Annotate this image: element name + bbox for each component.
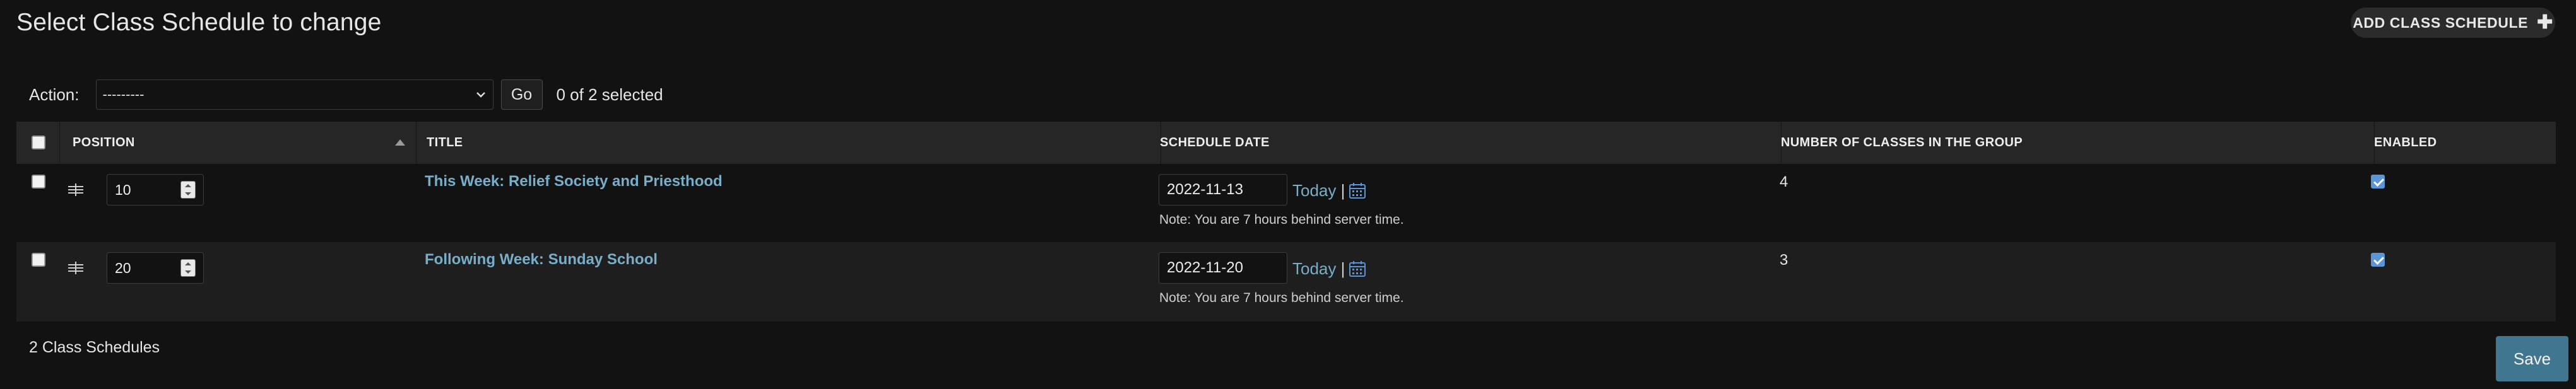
position-input[interactable]: 10 [107,174,204,206]
enabled-checkbox[interactable] [2371,253,2385,267]
add-class-schedule-label: ADD CLASS SCHEDULE [2353,14,2529,31]
page-title: Select Class Schedule to change [16,9,382,36]
schedule-date-input[interactable]: 2022-11-20 [1159,252,1287,284]
schedule-title-link[interactable]: This Week: Relief Society and Priesthood [425,173,723,190]
schedule-date-input[interactable]: 2022-11-13 [1159,174,1287,206]
action-label: Action: [29,84,80,104]
row-select-checkbox[interactable] [32,253,45,267]
column-header-enabled[interactable]: ENABLED [2374,122,2437,164]
separator: | [1340,259,1345,278]
today-link[interactable]: Today | [1292,259,1345,279]
schedule-date-value: 2022-11-20 [1167,259,1243,276]
result-count: 2 Class Schedules [29,339,160,356]
sort-ascending-icon[interactable] [395,139,405,146]
drag-handle-icon[interactable] [67,182,85,197]
column-header-position[interactable]: POSITION [73,122,135,164]
header-divider [59,122,60,164]
selection-counter: 0 of 2 selected [556,84,663,104]
num-classes-value: 3 [1780,252,1788,269]
timezone-note: Note: You are 7 hours behind server time… [1159,212,1404,227]
table-header: POSITION TITLE SCHEDULE DATE NUMBER OF C… [16,122,2556,164]
enabled-checkbox[interactable] [2371,175,2385,189]
save-button[interactable]: Save [2496,336,2568,381]
timezone-note: Note: You are 7 hours behind server time… [1159,291,1404,305]
column-header-schedule-date[interactable]: SCHEDULE DATE [1160,122,1270,164]
results-table: POSITION TITLE SCHEDULE DATE NUMBER OF C… [16,122,2556,322]
plus-icon: ✚ [2537,12,2553,33]
column-header-title[interactable]: TITLE [427,122,463,164]
column-header-num-classes[interactable]: NUMBER OF CLASSES IN THE GROUP [1781,122,2023,164]
table-row: 10 This Week: Relief Society and Priesth… [16,164,2556,242]
num-classes-value: 4 [1780,173,1788,190]
drag-handle-icon[interactable] [67,260,85,276]
today-link[interactable]: Today | [1292,181,1345,200]
schedule-title-link[interactable]: Following Week: Sunday School [425,251,658,269]
separator: | [1340,181,1345,200]
position-value: 10 [115,181,131,198]
today-label: Today [1292,181,1337,200]
row-select-checkbox[interactable] [32,175,45,189]
action-selected-value: --------- [102,86,145,102]
add-class-schedule-button[interactable]: ADD CLASS SCHEDULE ✚ [2351,8,2555,38]
calendar-icon[interactable] [1348,259,1367,278]
calendar-icon[interactable] [1348,181,1367,200]
go-button[interactable]: Go [500,79,543,110]
position-input[interactable]: 20 [107,252,204,284]
today-label: Today [1292,259,1337,278]
position-value: 20 [115,259,131,276]
chevron-down-icon [476,92,485,98]
select-all-checkbox[interactable] [32,136,45,149]
action-bar: Action: --------- Go 0 of 2 selected [29,79,663,110]
schedule-date-value: 2022-11-13 [1167,181,1243,198]
position-stepper[interactable] [180,181,196,199]
table-row: 20 Following Week: Sunday School 2022-11… [16,242,2556,322]
header-divider [416,122,417,164]
action-select[interactable]: --------- [95,79,493,110]
position-stepper[interactable] [180,259,196,277]
